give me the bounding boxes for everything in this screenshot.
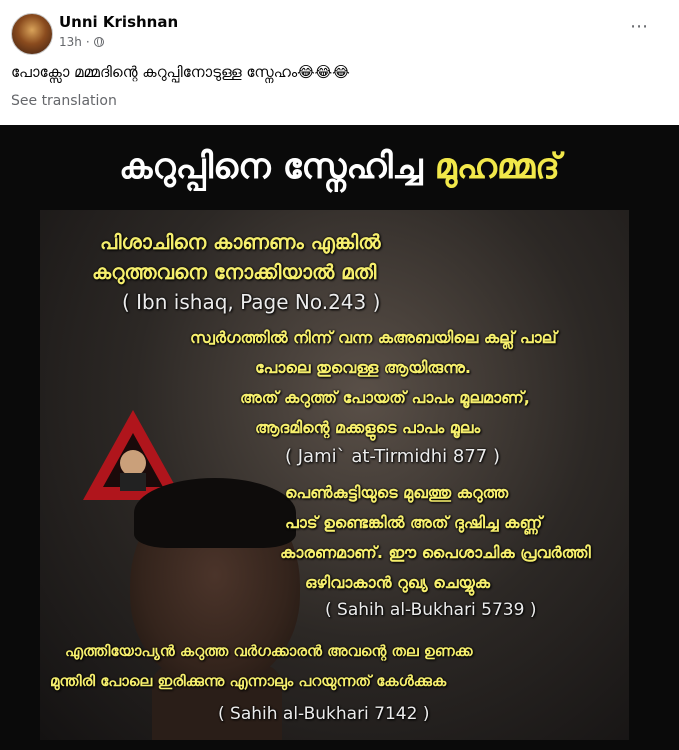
text-line: പോലെ തുവെള്ള ആയിരുന്നു. [255, 358, 471, 377]
text-line: പെൺകുട്ടിയുടെ മുഖത്തു കറുത്ത [285, 483, 509, 502]
text-line: മുന്തിരി പോലെ ഇരിക്കുന്നു എന്നാലും പറയുന… [50, 672, 447, 690]
author-name[interactable]: Unni Krishnan [59, 13, 178, 31]
person-hair [134, 478, 296, 548]
image-title-yellow: മുഹമ്മദ് [434, 147, 560, 187]
source-citation: ( Sahih al-Bukhari 7142 ) [218, 704, 430, 724]
post-caption: പോക്സോ മമ്മദിന്റെ കറുപ്പിനോടുള്ള സ്നേഹം😂… [11, 63, 350, 81]
text-line: സ്വർഗത്തിൽ നിന്ന് വന്ന കഅബയിലെ കല്ല് പാല… [190, 328, 557, 347]
facebook-post: Unni Krishnan 13h · ⋯ പോക്സോ മമ്മദിന്റെ … [0, 0, 679, 750]
image-panel: പിശാചിനെ കാണണം എങ്കിൽ കറുത്തവനെ നോക്കിയാ… [40, 210, 629, 740]
text-line: ആദമിന്റെ മക്കളുടെ പാപം മൂലം [255, 418, 481, 437]
source-citation: ( Sahih al-Bukhari 5739 ) [325, 600, 537, 620]
image-title: കറുപ്പിനെ സ്നേഹിച്ച മുഹമ്മദ് [0, 147, 679, 187]
avatar[interactable] [11, 13, 53, 55]
text-line: കാരണമാണ്. ഈ പൈശാചിക പ്രവർത്തി [280, 543, 591, 562]
image-title-white: കറുപ്പിനെ സ്നേഹിച്ച [119, 147, 435, 187]
globe-icon[interactable] [93, 37, 104, 47]
post-meta: 13h · [59, 35, 104, 49]
post-image[interactable]: കറുപ്പിനെ സ്നേഹിച്ച മുഹമ്മദ് പിശാചിനെ കാ… [0, 125, 679, 750]
text-line: ഒഴിവാകാൻ റുഖ്യ ചെയ്യുക [305, 573, 491, 592]
see-translation-link[interactable]: See translation [11, 93, 117, 109]
text-line: പാട് ഉണ്ടെങ്കിൽ അത് ദുഷിച്ച കണ്ണ് [285, 513, 543, 532]
text-line: അത് കറുത്ത് പോയത് പാപം മൂലമാണ്, [240, 388, 530, 407]
more-options-icon[interactable]: ⋯ [630, 18, 649, 36]
post-header: Unni Krishnan 13h · ⋯ [0, 0, 679, 60]
source-citation: ( Ibn ishaq, Page No.243 ) [122, 290, 381, 314]
text-line: എത്തിയോപ്യൻ കറുത്ത വർഗക്കാരൻ അവന്റെ തല ഉ… [65, 642, 473, 660]
separator-dot: · [85, 35, 90, 49]
text-line: പിശാചിനെ കാണണം എങ്കിൽ [100, 230, 381, 254]
source-citation: ( Jami` at-Tirmidhi 877 ) [285, 446, 500, 467]
text-line: കറുത്തവനെ നോക്കിയാൽ മതി [92, 260, 377, 284]
post-time[interactable]: 13h [59, 35, 82, 49]
